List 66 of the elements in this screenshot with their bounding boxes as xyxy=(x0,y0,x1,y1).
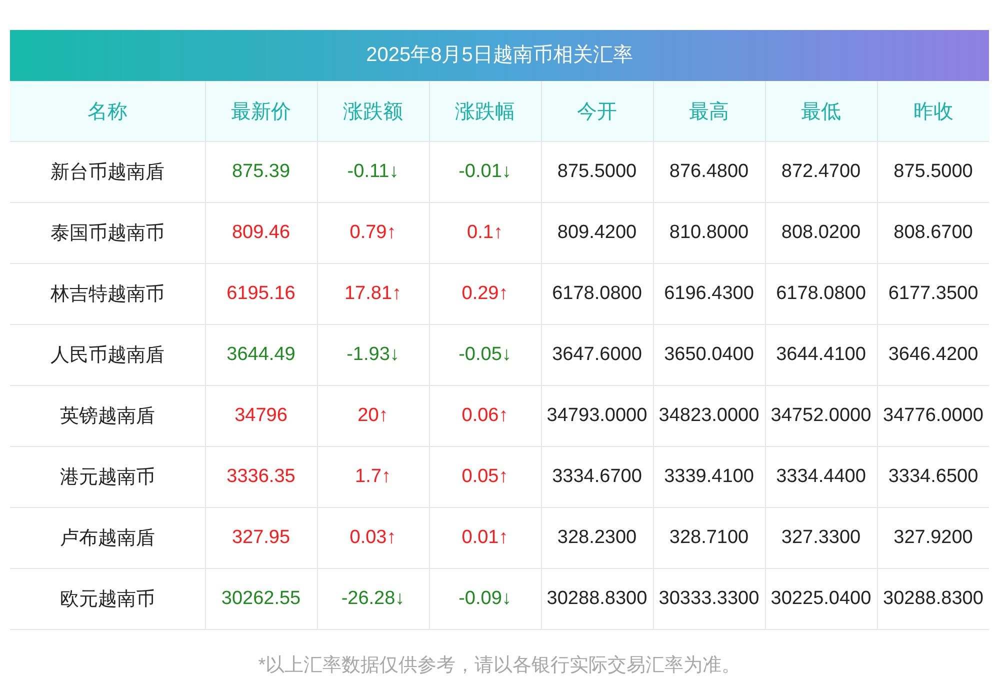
table-cell: 809.4200 xyxy=(541,202,653,264)
table-cell: 3334.4400 xyxy=(765,446,877,508)
table-cell: 30262.55 xyxy=(205,568,317,630)
table-cell: 0.06↑ xyxy=(429,386,541,446)
table-cell: 英镑越南盾 xyxy=(10,386,205,446)
table-cell: 17.81↑ xyxy=(317,264,429,324)
table-cell: 0.03↑ xyxy=(317,508,429,568)
table-cell: -0.05↓ xyxy=(429,324,541,386)
table-cell: 34796 xyxy=(205,386,317,446)
table-cell: 3644.49 xyxy=(205,324,317,386)
column-header: 名称 xyxy=(10,81,205,142)
table-cell: 1.7↑ xyxy=(317,446,429,508)
table-cell: 3336.35 xyxy=(205,446,317,508)
table-cell: 6178.0800 xyxy=(541,264,653,324)
table-cell: 875.5000 xyxy=(541,142,653,202)
table-cell: 3650.0400 xyxy=(653,324,765,386)
table-cell: -26.28↓ xyxy=(317,568,429,630)
table-cell: 328.2300 xyxy=(541,508,653,568)
table-cell: 3644.4100 xyxy=(765,324,877,386)
table-cell: 林吉特越南币 xyxy=(10,264,205,324)
table-cell: 3647.6000 xyxy=(541,324,653,386)
table-cell: 0.05↑ xyxy=(429,446,541,508)
table-cell: 6196.4300 xyxy=(653,264,765,324)
table-cell: -1.93↓ xyxy=(317,324,429,386)
table-cell: 30333.3300 xyxy=(653,568,765,630)
table-cell: -0.01↓ xyxy=(429,142,541,202)
table-cell: 6178.0800 xyxy=(765,264,877,324)
table-cell: 34752.0000 xyxy=(765,386,877,446)
table-cell: 泰国币越南币 xyxy=(10,202,205,264)
footnote: *以上汇率数据仅供参考，请以各银行实际交易汇率为准。 xyxy=(257,654,742,678)
table-cell: 875.39 xyxy=(205,142,317,202)
table-cell: 30225.0400 xyxy=(765,568,877,630)
table-cell: 34823.0000 xyxy=(653,386,765,446)
table-cell: 876.4800 xyxy=(653,142,765,202)
table-cell: 新台币越南盾 xyxy=(10,142,205,202)
table-cell: 人民币越南盾 xyxy=(10,324,205,386)
table-cell: 20↑ xyxy=(317,386,429,446)
column-header: 昨收 xyxy=(877,81,989,142)
column-header: 涨跌幅 xyxy=(429,81,541,142)
column-header: 最低 xyxy=(765,81,877,142)
column-header: 最新价 xyxy=(205,81,317,142)
table-cell: -0.11↓ xyxy=(317,142,429,202)
table-cell: 0.29↑ xyxy=(429,264,541,324)
table-cell: 欧元越南币 xyxy=(10,568,205,630)
table-cell: 872.4700 xyxy=(765,142,877,202)
table-cell: 3339.4100 xyxy=(653,446,765,508)
table-cell: 809.46 xyxy=(205,202,317,264)
column-header: 涨跌额 xyxy=(317,81,429,142)
table-cell: 328.7100 xyxy=(653,508,765,568)
table-cell: 808.0200 xyxy=(765,202,877,264)
table-cell: 810.8000 xyxy=(653,202,765,264)
column-header: 最高 xyxy=(653,81,765,142)
table-cell: 34793.0000 xyxy=(541,386,653,446)
table-cell: 0.01↑ xyxy=(429,508,541,568)
table-title: 2025年8月5日越南币相关汇率 xyxy=(10,30,989,81)
table-cell: 0.1↑ xyxy=(429,202,541,264)
table-cell: -0.09↓ xyxy=(429,568,541,630)
table-cell: 6195.16 xyxy=(205,264,317,324)
column-header: 今开 xyxy=(541,81,653,142)
table-cell: 30288.8300 xyxy=(541,568,653,630)
table-cell: 327.95 xyxy=(205,508,317,568)
table-cell: 0.79↑ xyxy=(317,202,429,264)
table-cell: 327.3300 xyxy=(765,508,877,568)
table-cell: 3334.6700 xyxy=(541,446,653,508)
table-cell: 卢布越南盾 xyxy=(10,508,205,568)
table-cell: 港元越南币 xyxy=(10,446,205,508)
